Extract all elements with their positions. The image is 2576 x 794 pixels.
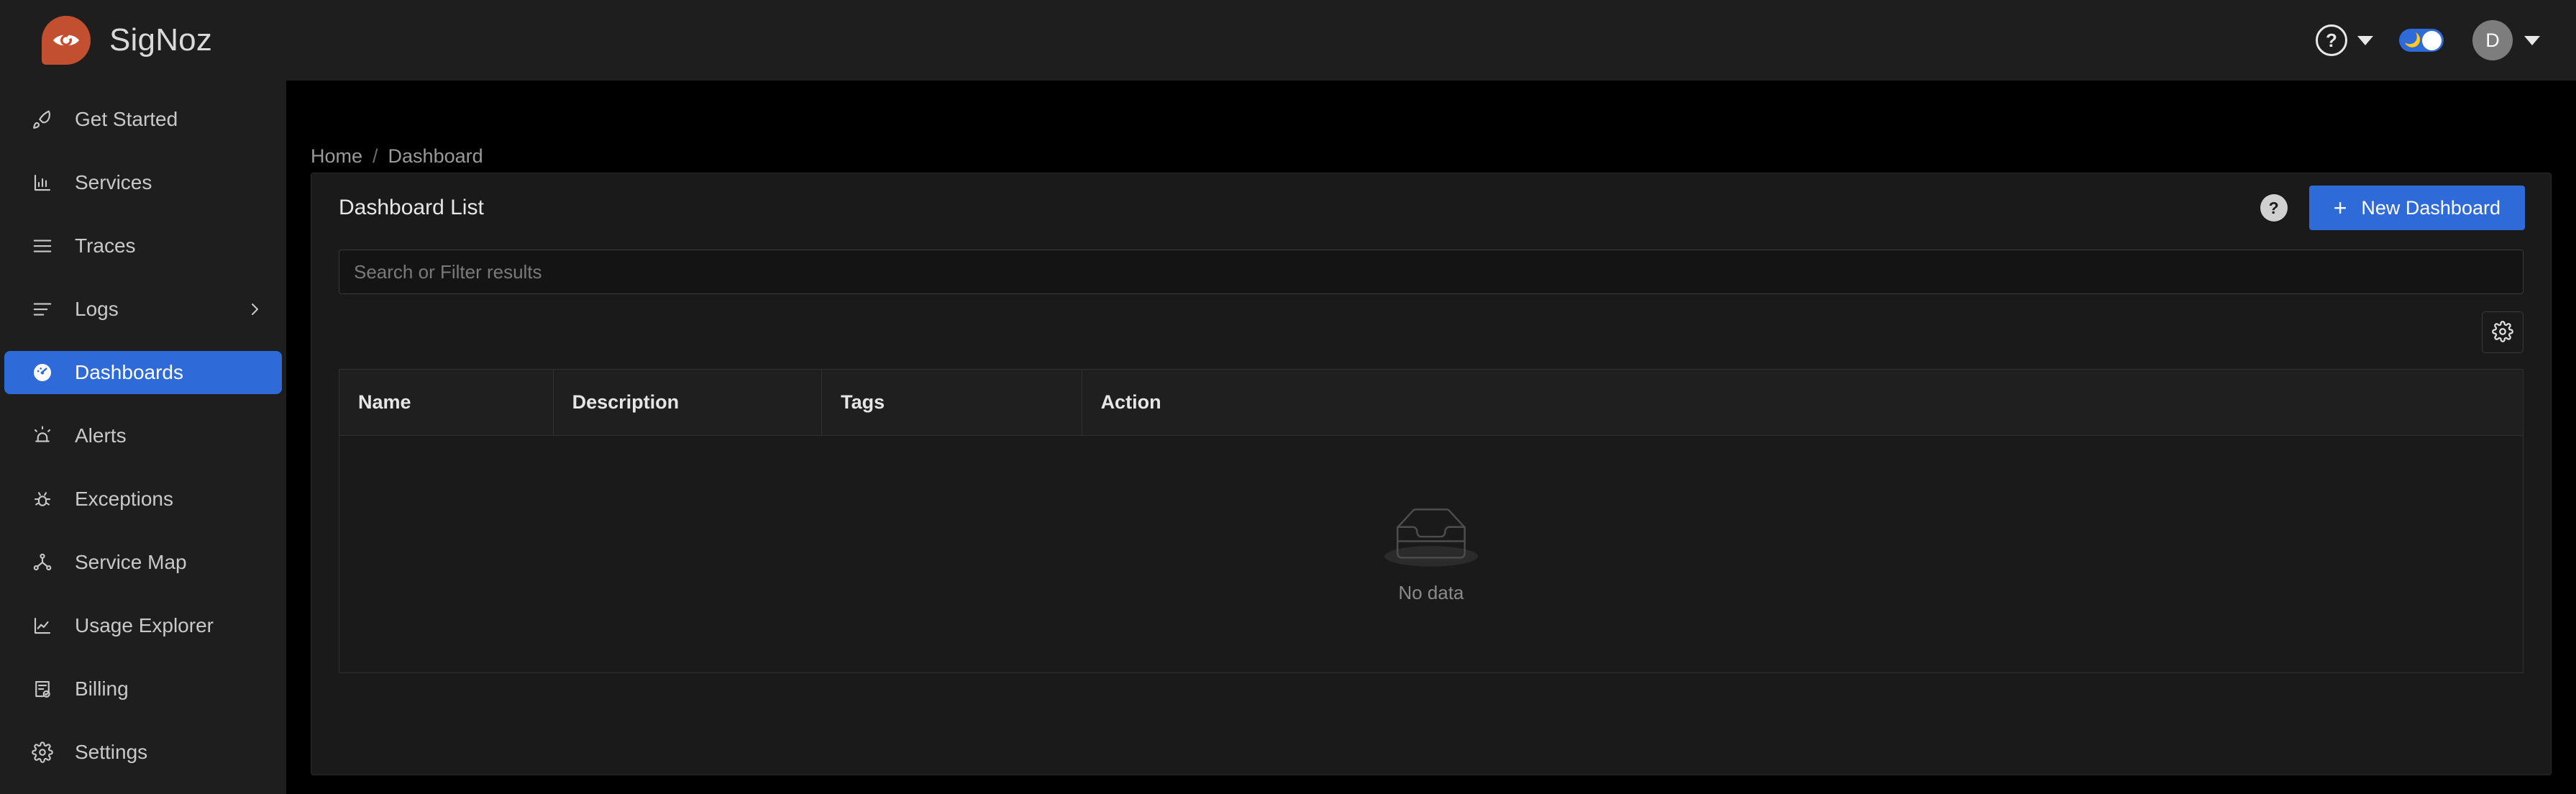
main-content: Home / Dashboard Dashboard List ? + New … (286, 81, 2576, 794)
plus-icon: + (2333, 195, 2347, 221)
rocket-icon (30, 107, 55, 132)
new-dashboard-button[interactable]: + New Dashboard (2308, 186, 2525, 230)
sidebar-item-label: Service Map (75, 551, 187, 573)
signoz-eye-logo-icon (42, 16, 91, 65)
column-header-action[interactable]: Action (1082, 369, 2524, 436)
toggle-knob (2422, 30, 2442, 50)
sidebar-item-label: Billing (75, 677, 129, 700)
sidebar-item-exceptions[interactable]: Exceptions (4, 478, 282, 521)
table-empty-cell: No data (339, 435, 2524, 673)
sidebar-item-services[interactable]: Services (4, 161, 282, 204)
column-header-description[interactable]: Description (553, 369, 823, 436)
breadcrumb-separator: / (373, 145, 378, 167)
sidebar-item-usage-explorer[interactable]: Usage Explorer (4, 604, 282, 647)
bug-icon (30, 487, 55, 511)
gear-icon (2492, 320, 2513, 344)
brand-logo[interactable]: SigNoz (42, 16, 212, 65)
sidebar-item-label: Traces (75, 234, 136, 257)
sidebar-item-dashboards[interactable]: Dashboards (4, 351, 282, 394)
search-row (311, 250, 2551, 294)
top-header-bar: SigNoz ? 🌙 D (0, 0, 2576, 81)
theme-toggle-switch[interactable]: 🌙 (2399, 29, 2444, 52)
table-header-row: Name Description Tags Action (339, 369, 2524, 436)
empty-state: No data (339, 505, 2523, 604)
sidebar-item-label: Usage Explorer (75, 614, 214, 636)
page-title: Dashboard List (339, 196, 484, 219)
question-circle-icon[interactable]: ? (2316, 24, 2347, 56)
sidebar-item-label: Exceptions (75, 488, 173, 510)
empty-state-label: No data (1398, 581, 1464, 603)
crescent-moon-icon: 🌙 (2404, 32, 2421, 48)
table-empty-row: No data (339, 435, 2524, 673)
avatar[interactable]: D (2472, 20, 2513, 60)
chevron-right-icon[interactable] (245, 299, 265, 319)
sidebar-navigation: Get Started Services Traces Logs Dashboa… (0, 81, 286, 794)
dashboard-table-wrapper: Name Description Tags Action No data (311, 369, 2551, 673)
brand-name: SigNoz (109, 22, 213, 58)
menu-lines-icon (30, 234, 55, 258)
help-menu[interactable]: ? (2316, 24, 2373, 56)
dashboard-list-card: Dashboard List ? + New Dashboard Search … (311, 173, 2552, 775)
sidebar-item-label: Logs (75, 298, 119, 320)
table-tools-row (311, 311, 2551, 353)
gauge-icon (30, 360, 55, 385)
card-header-actions: ? + New Dashboard (2260, 186, 2525, 230)
dashboard-table: Name Description Tags Action No data (339, 369, 2524, 673)
table-body: No data (339, 435, 2524, 673)
sidebar-item-settings[interactable]: Settings (4, 731, 282, 774)
sidebar-item-label: Services (75, 171, 152, 193)
breadcrumb: Home / Dashboard (311, 145, 483, 168)
user-menu[interactable]: D (2472, 20, 2540, 60)
column-header-tags[interactable]: Tags (821, 369, 1082, 436)
caret-down-icon[interactable] (2357, 35, 2373, 45)
sidebar-item-logs[interactable]: Logs (4, 288, 282, 331)
line-chart-icon (30, 613, 55, 638)
breadcrumb-current: Dashboard (388, 145, 483, 167)
question-mark-icon[interactable]: ? (2260, 194, 2288, 222)
signoz-app-window: SigNoz ? 🌙 D Get Started Services Traces… (0, 0, 2576, 794)
siren-icon (30, 424, 55, 448)
gear-icon (30, 740, 55, 765)
network-nodes-icon (30, 550, 55, 575)
sidebar-item-label: Settings (75, 741, 148, 763)
sidebar-item-get-started[interactable]: Get Started (4, 98, 282, 141)
logs-lines-icon (30, 297, 55, 321)
receipt-check-icon (30, 677, 55, 701)
header-controls: ? 🌙 D (2316, 20, 2540, 60)
sidebar-item-label: Get Started (75, 108, 178, 130)
sidebar-item-service-map[interactable]: Service Map (4, 541, 282, 584)
bar-chart-icon (30, 170, 55, 195)
caret-down-icon[interactable] (2524, 35, 2540, 45)
sidebar-item-alerts[interactable]: Alerts (4, 414, 282, 457)
table-header: Name Description Tags Action (339, 369, 2524, 436)
sidebar-item-billing[interactable]: Billing (4, 667, 282, 711)
empty-inbox-icon (1384, 505, 1478, 575)
table-settings-button[interactable] (2482, 311, 2524, 353)
sidebar-item-label: Dashboards (75, 361, 183, 383)
column-header-name[interactable]: Name (339, 369, 554, 436)
sidebar-item-traces[interactable]: Traces (4, 224, 282, 268)
new-dashboard-button-label: New Dashboard (2361, 196, 2500, 219)
card-header: Dashboard List ? + New Dashboard (311, 173, 2551, 242)
breadcrumb-home-link[interactable]: Home (311, 145, 362, 168)
search-input[interactable] (339, 250, 2524, 294)
sidebar-item-label: Alerts (75, 424, 127, 447)
